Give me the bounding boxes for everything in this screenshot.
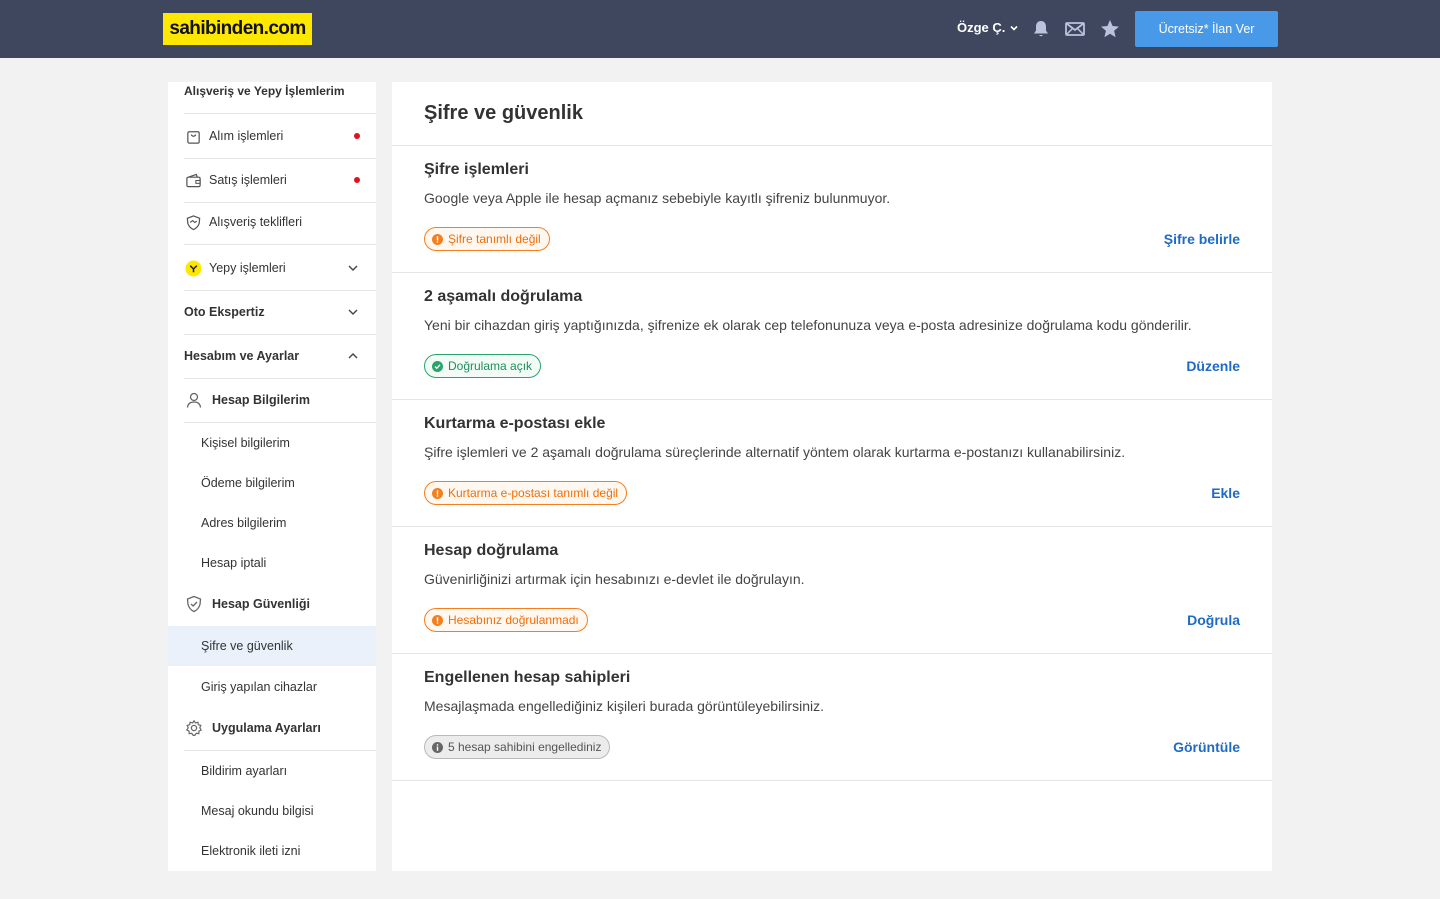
user-icon (184, 390, 204, 410)
sidebar-item-label: Hesabım ve Ayarlar (184, 349, 300, 363)
blocked-users-card: Engellenen hesap sahipleri Mesajlaşmada … (392, 653, 1272, 780)
divider (184, 244, 376, 245)
card-title: 2 aşamalı doğrulama (424, 288, 583, 305)
card-title: Engellenen hesap sahipleri (424, 669, 631, 686)
account-verification-card: Hesap doğrulama Güvenirliğinizi artırmak… (392, 526, 1272, 653)
sidebar-item-account-settings[interactable]: Hesabım ve Ayarlar (184, 334, 360, 378)
sidebar-link-account-cancel[interactable]: Hesap iptali (168, 543, 376, 583)
status-badge: Şifre tanımlı değil (424, 227, 550, 251)
two-factor-card: 2 aşamalı doğrulama Yeni bir cihazdan gi… (392, 272, 1272, 399)
gear-icon (184, 718, 204, 738)
edit-two-factor-link[interactable]: Düzenle (1186, 358, 1240, 374)
sidebar-item-label: Alışveriş teklifleri (209, 215, 303, 229)
card-description: Güvenirliğinizi artırmak için hesabınızı… (424, 571, 805, 587)
password-card: Şifre işlemleri Google veya Apple ile he… (392, 145, 1272, 272)
sidebar-item-label: Alım işlemleri (209, 129, 284, 143)
status-badge: 5 hesap sahibini engellediniz (424, 735, 611, 759)
status-badge-label: Doğrulama açık (448, 359, 533, 373)
yepy-logo-icon (184, 259, 202, 277)
chevron-down-icon (348, 265, 358, 271)
sidebar-section-title: Alışveriş ve Yepy İşlemlerim (184, 84, 345, 98)
card-description: Mesajlaşmada engellediğiniz kişileri bur… (424, 698, 824, 714)
sidebar-link-electronic-message-permission[interactable]: Elektronik ileti izni (168, 831, 376, 871)
status-badge: Kurtarma e-postası tanımlı değil (424, 481, 628, 505)
recovery-email-card: Kurtarma e-postası ekle Şifre işlemleri … (392, 399, 1272, 526)
sidebar-link-address-info[interactable]: Adres bilgilerim (168, 503, 376, 543)
top-navigation-bar: sahibinden.com Özge Ç. Ücretsiz* İlan Ve… (0, 0, 1440, 58)
sidebar-item-sales[interactable]: Satış işlemleri (184, 158, 360, 202)
chevron-down-icon (1010, 25, 1018, 31)
sidebar-group-label: Hesap Güvenliği (212, 597, 310, 611)
sidebar-group-account-security: Hesap Güvenliği (184, 582, 360, 626)
status-badge: Hesabınız doğrulanmadı (424, 608, 588, 632)
bell-icon[interactable] (1030, 18, 1052, 40)
shopping-bag-icon (184, 127, 202, 145)
sidebar-item-yepy[interactable]: Yepy işlemleri (184, 246, 360, 290)
add-recovery-email-link[interactable]: Ekle (1211, 485, 1240, 501)
sidebar-link-personal-info[interactable]: Kişisel bilgilerim (168, 423, 376, 463)
divider (392, 780, 1272, 781)
info-icon (432, 741, 443, 753)
status-badge-label: Hesabınız doğrulanmadı (448, 613, 579, 627)
sidebar-link-payment-info[interactable]: Ödeme bilgilerim (168, 463, 376, 503)
user-menu[interactable]: Özge Ç. (957, 20, 1019, 35)
sidebar-item-offers[interactable]: Alışveriş teklifleri (184, 200, 360, 244)
sidebar-item-label: Satış işlemleri (209, 173, 287, 187)
handshake-shield-icon (184, 213, 202, 231)
main-content: Şifre ve güvenlik Şifre işlemleri Google… (392, 82, 1272, 871)
sidebar-group-label: Uygulama Ayarları (212, 721, 321, 735)
sidebar-item-oto-ekspertiz[interactable]: Oto Ekspertiz (184, 290, 360, 334)
sidebar-group-account-info: Hesap Bilgilerim (184, 378, 360, 422)
sidebar-item-purchases[interactable]: Alım işlemleri (184, 114, 360, 158)
card-description: Şifre işlemleri ve 2 aşamalı doğrulama s… (424, 444, 1126, 460)
view-blocked-users-link[interactable]: Görüntüle (1173, 739, 1240, 755)
sidebar-group-app-settings: Uygulama Ayarları (184, 706, 360, 750)
sidebar-link-notification-settings[interactable]: Bildirim ayarları (168, 751, 376, 791)
status-badge-label: 5 hesap sahibini engellediniz (448, 740, 602, 754)
card-title: Hesap doğrulama (424, 542, 559, 559)
envelope-icon[interactable] (1064, 18, 1086, 40)
page-title: Şifre ve güvenlik (424, 102, 583, 124)
star-icon[interactable] (1099, 18, 1121, 40)
card-description: Yeni bir cihazdan giriş yaptığınızda, şi… (424, 317, 1192, 333)
chevron-down-icon (348, 309, 358, 315)
status-badge-label: Kurtarma e-postası tanımlı değil (448, 486, 619, 500)
account-sidebar: Alışveriş ve Yepy İşlemlerim Alım işleml… (168, 82, 376, 871)
sidebar-link-logged-devices[interactable]: Giriş yapılan cihazlar (168, 667, 376, 707)
sidebar-item-label: Oto Ekspertiz (184, 305, 265, 319)
sidebar-item-label: Yepy işlemleri (209, 261, 286, 275)
sidebar-link-read-receipts[interactable]: Mesaj okundu bilgisi (168, 791, 376, 831)
notification-dot (354, 133, 360, 139)
card-title: Kurtarma e-postası ekle (424, 415, 606, 432)
notification-dot (354, 177, 360, 183)
exclamation-icon (432, 614, 443, 626)
exclamation-icon (432, 487, 443, 499)
card-description: Google veya Apple ile hesap açmanız sebe… (424, 190, 891, 206)
exclamation-icon (432, 233, 443, 245)
status-badge-label: Şifre tanımlı değil (448, 232, 541, 246)
status-badge: Doğrulama açık (424, 354, 542, 378)
wallet-icon (184, 171, 202, 189)
chevron-up-icon (348, 353, 358, 359)
sidebar-link-password-security[interactable]: Şifre ve güvenlik (168, 626, 376, 666)
sidebar-group-label: Hesap Bilgilerim (212, 393, 310, 407)
shield-check-icon (184, 594, 204, 614)
user-name: Özge Ç. (957, 20, 1006, 35)
set-password-link[interactable]: Şifre belirle (1164, 231, 1240, 247)
check-circle-icon (432, 360, 443, 372)
card-title: Şifre işlemleri (424, 161, 529, 178)
verify-account-link[interactable]: Doğrula (1187, 612, 1240, 628)
post-free-ad-button[interactable]: Ücretsiz* İlan Ver (1135, 11, 1278, 47)
site-logo[interactable]: sahibinden.com (163, 13, 312, 45)
